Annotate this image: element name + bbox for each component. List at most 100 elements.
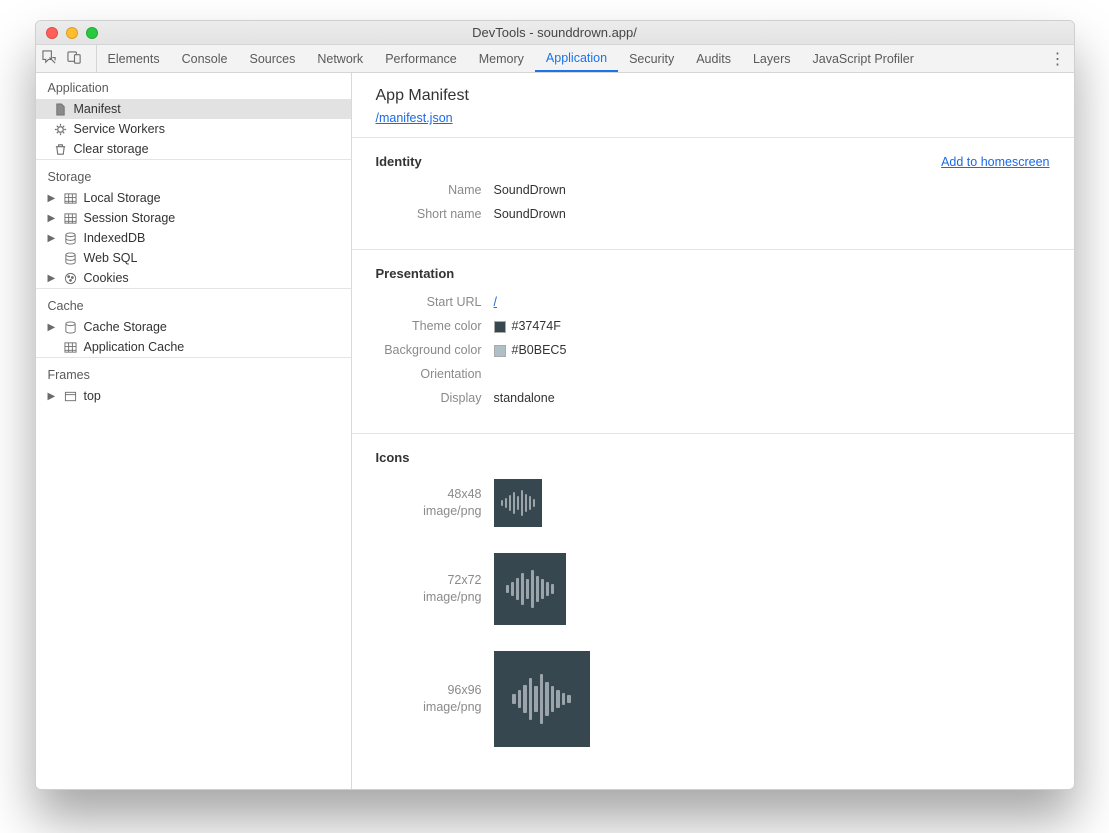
icon-size: 72x72 xyxy=(376,572,482,590)
section-identity: Identity Add to homescreen Name SoundDro… xyxy=(352,138,1074,250)
add-to-homescreen-link[interactable]: Add to homescreen xyxy=(941,155,1049,169)
value-short-name: SoundDrown xyxy=(494,207,566,221)
label-display: Display xyxy=(376,391,494,405)
section-title-icons: Icons xyxy=(376,450,410,465)
sidebar-group-storage: Storage xyxy=(36,159,351,188)
device-toggle-icon[interactable] xyxy=(67,50,82,68)
minimize-icon[interactable] xyxy=(66,27,78,39)
tab-audits[interactable]: Audits xyxy=(685,45,742,72)
sidebar-item-label: top xyxy=(84,389,101,403)
database-icon xyxy=(64,231,78,245)
sidebar-item-label: Web SQL xyxy=(84,251,138,265)
tab-layers[interactable]: Layers xyxy=(742,45,802,72)
sidebar-item-top-frame[interactable]: ▶ top xyxy=(36,386,351,406)
expand-arrow-icon[interactable]: ▶ xyxy=(48,391,58,402)
tab-network[interactable]: Network xyxy=(306,45,374,72)
cookie-icon xyxy=(64,271,78,285)
tab-elements[interactable]: Elements xyxy=(97,45,171,72)
sidebar-item-cookies[interactable]: ▶ Cookies xyxy=(36,268,351,288)
sidebar-item-session-storage[interactable]: ▶ Session Storage xyxy=(36,208,351,228)
sidebar-item-label: Clear storage xyxy=(74,142,149,156)
value-bg-color: #B0BEC5 xyxy=(494,343,567,357)
sidebar-item-label: Session Storage xyxy=(84,211,176,225)
section-presentation: Presentation Start URL / Theme color #37… xyxy=(352,250,1074,434)
value-start-url[interactable]: / xyxy=(494,295,497,309)
app-icon-96 xyxy=(494,651,590,747)
titlebar: DevTools - sounddrown.app/ xyxy=(36,21,1074,45)
window-controls xyxy=(36,27,98,39)
sidebar-item-label: Manifest xyxy=(74,102,121,116)
page-title: App Manifest xyxy=(376,87,1050,105)
sidebar-item-local-storage[interactable]: ▶ Local Storage xyxy=(36,188,351,208)
content-pane: App Manifest /manifest.json Identity Add… xyxy=(352,73,1074,789)
sidebar-item-service-workers[interactable]: Service Workers xyxy=(36,119,351,139)
section-title-identity: Identity xyxy=(376,154,422,169)
label-orientation: Orientation xyxy=(376,367,494,381)
frame-icon xyxy=(64,389,78,403)
tab-security[interactable]: Security xyxy=(618,45,685,72)
more-menu-icon[interactable]: ⋮ xyxy=(1048,49,1068,69)
label-theme-color: Theme color xyxy=(376,319,494,333)
label-short-name: Short name xyxy=(376,207,494,221)
icon-size: 48x48 xyxy=(376,486,482,504)
sidebar-item-application-cache[interactable]: Application Cache xyxy=(36,337,351,357)
inspect-icon[interactable] xyxy=(42,50,57,68)
value-display: standalone xyxy=(494,391,555,405)
label-bg-color: Background color xyxy=(376,343,494,357)
sidebar-item-label: Cache Storage xyxy=(84,320,167,334)
tab-console[interactable]: Console xyxy=(171,45,239,72)
window-title: DevTools - sounddrown.app/ xyxy=(472,25,637,40)
sidebar-item-label: Application Cache xyxy=(84,340,185,354)
tab-performance[interactable]: Performance xyxy=(374,45,468,72)
bg-color-swatch xyxy=(494,345,506,357)
icon-row-96: 96x96 image/png xyxy=(376,651,1050,747)
sidebar-group-cache: Cache xyxy=(36,288,351,317)
manifest-header: App Manifest /manifest.json xyxy=(352,73,1074,138)
expand-arrow-icon[interactable]: ▶ xyxy=(48,193,58,204)
expand-arrow-icon[interactable]: ▶ xyxy=(48,273,58,284)
tab-sources[interactable]: Sources xyxy=(238,45,306,72)
gear-icon xyxy=(54,122,68,136)
icon-row-48: 48x48 image/png xyxy=(376,479,1050,527)
database-icon xyxy=(64,320,78,334)
theme-color-swatch xyxy=(494,321,506,333)
value-name: SoundDrown xyxy=(494,183,566,197)
sidebar-item-websql[interactable]: Web SQL xyxy=(36,248,351,268)
sidebar-item-indexeddb[interactable]: ▶ IndexedDB xyxy=(36,228,351,248)
file-icon xyxy=(54,102,68,116)
icon-size: 96x96 xyxy=(376,682,482,700)
value-theme-color: #37474F xyxy=(494,319,561,333)
manifest-file-link[interactable]: /manifest.json xyxy=(376,111,453,125)
section-icons: Icons 48x48 image/png 72x72 image/png xyxy=(352,434,1074,765)
tab-memory[interactable]: Memory xyxy=(468,45,535,72)
sidebar-item-cache-storage[interactable]: ▶ Cache Storage xyxy=(36,317,351,337)
tab-application[interactable]: Application xyxy=(535,45,618,72)
expand-arrow-icon[interactable]: ▶ xyxy=(48,322,58,333)
sidebar-item-label: Cookies xyxy=(84,271,129,285)
table-icon xyxy=(64,340,78,354)
icon-mime: image/png xyxy=(376,589,482,607)
tab-jsprofiler[interactable]: JavaScript Profiler xyxy=(802,45,925,72)
icon-mime: image/png xyxy=(376,699,482,717)
table-icon xyxy=(64,191,78,205)
sidebar-group-frames: Frames xyxy=(36,357,351,386)
app-icon-48 xyxy=(494,479,542,527)
table-icon xyxy=(64,211,78,225)
sidebar: Application Manifest Service Workers Cle… xyxy=(36,73,352,789)
devtools-window: DevTools - sounddrown.app/ Elements Cons… xyxy=(35,20,1075,790)
sidebar-item-manifest[interactable]: Manifest xyxy=(36,99,351,119)
toolbar: Elements Console Sources Network Perform… xyxy=(36,45,1074,73)
sidebar-item-label: IndexedDB xyxy=(84,231,146,245)
database-icon xyxy=(64,251,78,265)
expand-arrow-icon[interactable]: ▶ xyxy=(48,213,58,224)
sidebar-group-application: Application xyxy=(36,73,351,99)
sidebar-item-clear-storage[interactable]: Clear storage xyxy=(36,139,351,159)
zoom-icon[interactable] xyxy=(86,27,98,39)
trash-icon xyxy=(54,142,68,156)
sidebar-item-label: Local Storage xyxy=(84,191,161,205)
label-start-url: Start URL xyxy=(376,295,494,309)
close-icon[interactable] xyxy=(46,27,58,39)
icon-mime: image/png xyxy=(376,503,482,521)
sidebar-item-label: Service Workers xyxy=(74,122,165,136)
expand-arrow-icon[interactable]: ▶ xyxy=(48,233,58,244)
